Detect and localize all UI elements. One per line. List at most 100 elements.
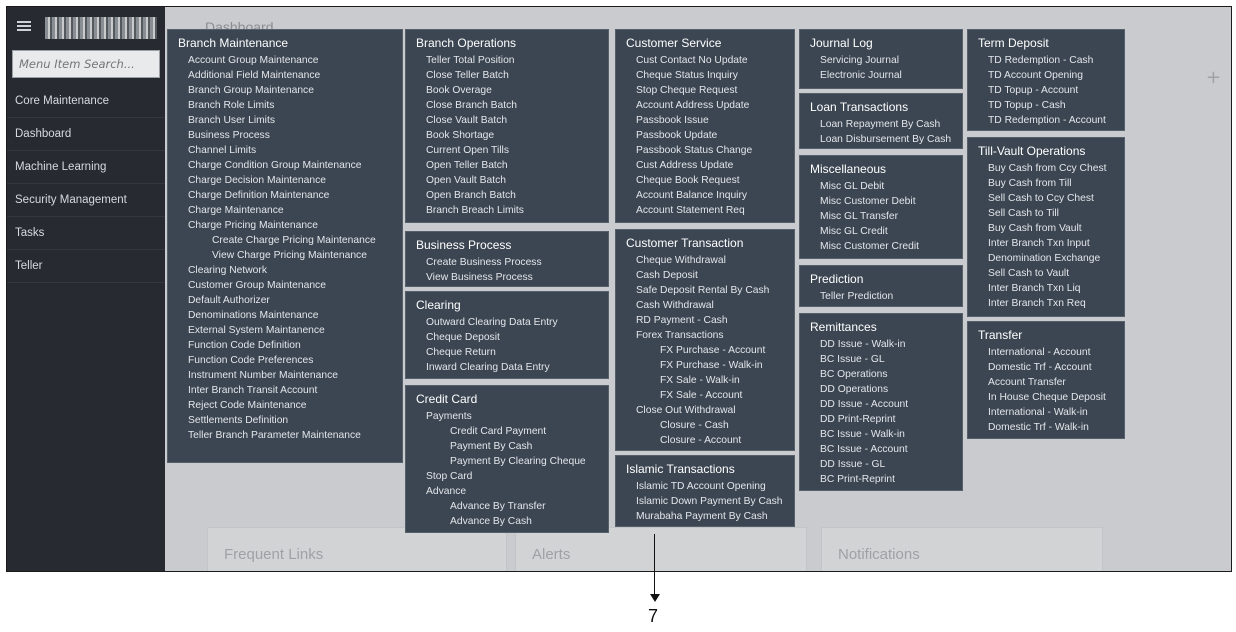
menu-item[interactable]: Inter Branch Txn Liq xyxy=(968,281,1124,296)
menu-item[interactable]: DD Print-Reprint xyxy=(800,412,962,427)
menu-item[interactable]: TD Redemption - Cash xyxy=(968,53,1124,68)
menu-item[interactable]: In House Cheque Deposit xyxy=(968,390,1124,405)
menu-subitem[interactable]: Advance By Cash xyxy=(406,514,608,529)
sidebar-item-security-management[interactable]: Security Management xyxy=(7,184,165,217)
menu-item[interactable]: Cheque Book Request xyxy=(616,173,794,188)
menu-item[interactable]: TD Topup - Account xyxy=(968,83,1124,98)
menu-item[interactable]: Loan Disbursement By Cash xyxy=(800,132,962,147)
menu-item[interactable]: Denomination Exchange xyxy=(968,251,1124,266)
menu-item[interactable]: RD Payment - Cash xyxy=(616,313,794,328)
menu-item[interactable]: Open Teller Batch xyxy=(406,158,608,173)
menu-subitem[interactable]: Create Charge Pricing Maintenance xyxy=(168,233,402,248)
menu-item[interactable]: Branch Breach Limits xyxy=(406,203,608,218)
sidebar-item-machine-learning[interactable]: Machine Learning xyxy=(7,151,165,184)
menu-item[interactable]: Sell Cash to Ccy Chest xyxy=(968,191,1124,206)
menu-subitem[interactable]: Payment By Cash xyxy=(406,439,608,454)
menu-item[interactable]: Open Branch Batch xyxy=(406,188,608,203)
menu-item[interactable]: TD Account Opening xyxy=(968,68,1124,83)
menu-item[interactable]: BC Issue - Walk-in xyxy=(800,427,962,442)
menu-item[interactable]: Stop Cheque Request xyxy=(616,83,794,98)
menu-item[interactable]: Teller Total Position xyxy=(406,53,608,68)
menu-item[interactable]: TD Topup - Cash xyxy=(968,98,1124,113)
menu-item[interactable]: Buy Cash from Vault xyxy=(968,221,1124,236)
menu-item[interactable]: Advance xyxy=(406,484,608,499)
menu-item[interactable]: Branch Role Limits xyxy=(168,98,402,113)
menu-subitem[interactable]: Closure - Account xyxy=(616,433,794,448)
menu-item[interactable]: Charge Definition Maintenance xyxy=(168,188,402,203)
menu-item[interactable]: DD Issue - Walk-in xyxy=(800,337,962,352)
menu-item[interactable]: View Business Process xyxy=(406,270,608,285)
menu-item[interactable]: Passbook Issue xyxy=(616,113,794,128)
menu-item[interactable]: International - Walk-in xyxy=(968,405,1124,420)
menu-item[interactable]: Close Branch Batch xyxy=(406,98,608,113)
menu-item[interactable]: Instrument Number Maintenance xyxy=(168,368,402,383)
menu-item[interactable]: Islamic TD Account Opening xyxy=(616,479,794,494)
menu-item[interactable]: Inward Clearing Data Entry xyxy=(406,360,608,375)
menu-item[interactable]: Misc Customer Debit xyxy=(800,194,962,209)
menu-item[interactable]: Branch User Limits xyxy=(168,113,402,128)
menu-subitem[interactable]: FX Sale - Walk-in xyxy=(616,373,794,388)
menu-item[interactable]: BC Issue - Account xyxy=(800,442,962,457)
menu-item[interactable]: Charge Condition Group Maintenance xyxy=(168,158,402,173)
menu-item[interactable]: Charge Maintenance xyxy=(168,203,402,218)
menu-item[interactable]: Current Open Tills xyxy=(406,143,608,158)
menu-item[interactable]: Close Vault Batch xyxy=(406,113,608,128)
menu-item[interactable]: Sell Cash to Vault xyxy=(968,266,1124,281)
menu-item[interactable]: Teller Prediction xyxy=(800,289,962,304)
menu-item[interactable]: Passbook Status Change xyxy=(616,143,794,158)
menu-item[interactable]: Cust Address Update xyxy=(616,158,794,173)
menu-item[interactable]: Cash Withdrawal xyxy=(616,298,794,313)
menu-item[interactable]: Teller Branch Parameter Maintenance xyxy=(168,428,402,443)
menu-item[interactable]: Murabaha Payment By Cash xyxy=(616,509,794,524)
menu-item[interactable]: Buy Cash from Till xyxy=(968,176,1124,191)
menu-item[interactable]: BC Operations xyxy=(800,367,962,382)
menu-item[interactable]: Book Shortage xyxy=(406,128,608,143)
menu-item[interactable]: Misc GL Transfer xyxy=(800,209,962,224)
menu-item[interactable]: Account Transfer xyxy=(968,375,1124,390)
menu-item[interactable]: Account Statement Req xyxy=(616,203,794,218)
menu-item[interactable]: Customer Group Maintenance xyxy=(168,278,402,293)
menu-subitem[interactable]: View Charge Pricing Maintenance xyxy=(168,248,402,263)
menu-item[interactable]: Denominations Maintenance xyxy=(168,308,402,323)
menu-item[interactable]: Close Teller Batch xyxy=(406,68,608,83)
menu-item[interactable]: Payments xyxy=(406,409,608,424)
hamburger-menu-icon[interactable] xyxy=(17,21,31,31)
menu-item[interactable]: Forex Transactions xyxy=(616,328,794,343)
menu-item[interactable]: Additional Field Maintenance xyxy=(168,68,402,83)
menu-item[interactable]: Account Group Maintenance xyxy=(168,53,402,68)
menu-item[interactable]: Charge Decision Maintenance xyxy=(168,173,402,188)
menu-item[interactable]: Create Business Process xyxy=(406,255,608,270)
menu-item[interactable]: Close Out Withdrawal xyxy=(616,403,794,418)
menu-item[interactable]: Misc Customer Credit xyxy=(800,239,962,254)
menu-item[interactable]: Servicing Journal xyxy=(800,53,962,68)
menu-subitem[interactable]: Payment By Clearing Cheque xyxy=(406,454,608,469)
menu-item[interactable]: Cheque Return xyxy=(406,345,608,360)
menu-item[interactable]: Inter Branch Txn Input xyxy=(968,236,1124,251)
menu-item[interactable]: Function Code Definition xyxy=(168,338,402,353)
menu-search-input[interactable] xyxy=(12,50,160,78)
menu-item[interactable]: DD Issue - GL xyxy=(800,457,962,472)
menu-item[interactable]: TD Redemption - Account xyxy=(968,113,1124,128)
menu-item[interactable]: Inter Branch Txn Req xyxy=(968,296,1124,311)
menu-subitem[interactable]: Credit Card Payment xyxy=(406,424,608,439)
menu-subitem[interactable]: Closure - Cash xyxy=(616,418,794,433)
menu-item[interactable]: Domestic Trf - Walk-in xyxy=(968,420,1124,435)
menu-item[interactable]: DD Issue - Account xyxy=(800,397,962,412)
menu-item[interactable]: Electronic Journal xyxy=(800,68,962,83)
menu-item[interactable]: Open Vault Batch xyxy=(406,173,608,188)
menu-item[interactable]: Channel Limits xyxy=(168,143,402,158)
menu-item[interactable]: Account Balance Inquiry xyxy=(616,188,794,203)
menu-item[interactable]: Cheque Status Inquiry xyxy=(616,68,794,83)
menu-item[interactable]: DD Operations xyxy=(800,382,962,397)
menu-subitem[interactable]: Advance By Transfer xyxy=(406,499,608,514)
sidebar-item-tasks[interactable]: Tasks xyxy=(7,217,165,250)
menu-item[interactable]: Stop Card xyxy=(406,469,608,484)
menu-item[interactable]: Buy Cash from Ccy Chest xyxy=(968,161,1124,176)
menu-item[interactable]: Inter Branch Transit Account xyxy=(168,383,402,398)
menu-item[interactable]: Cash Deposit xyxy=(616,268,794,283)
menu-item[interactable]: Default Authorizer xyxy=(168,293,402,308)
menu-item[interactable]: Passbook Update xyxy=(616,128,794,143)
menu-item[interactable]: Safe Deposit Rental By Cash xyxy=(616,283,794,298)
menu-item[interactable]: Sell Cash to Till xyxy=(968,206,1124,221)
add-widget-icon[interactable]: + xyxy=(1206,67,1221,88)
